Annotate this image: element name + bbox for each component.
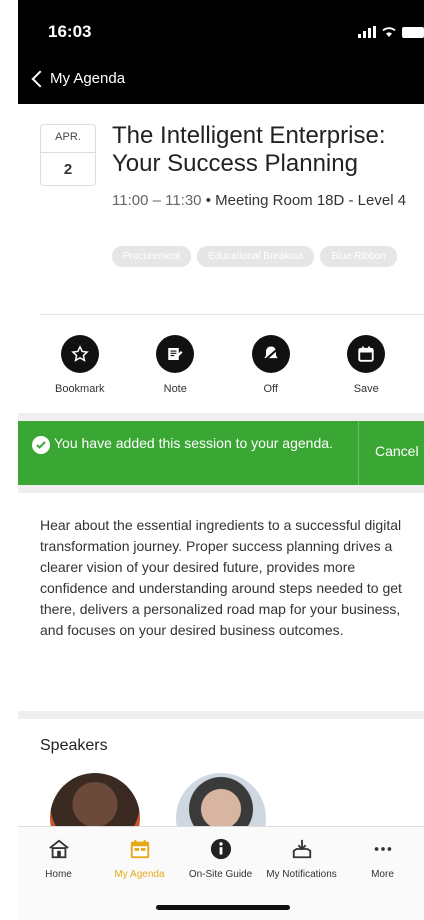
back-button[interactable]: My Agenda [30, 70, 125, 87]
tab-my-notifications-label: My Notifications [266, 869, 337, 880]
save-label: Save [353, 383, 379, 395]
tag-chip[interactable]: Blue Ribbon [320, 246, 397, 267]
session-title: The Intelligent Enterprise: Your Success… [112, 122, 386, 177]
banner-message-wrap: You have added this session to your agen… [18, 421, 358, 485]
date-badge: APR. 2 [40, 124, 96, 186]
inbox-download-icon [290, 837, 314, 861]
info-icon [209, 837, 233, 861]
session-time: 11:00 – 11:30 [112, 192, 202, 209]
status-icons [358, 26, 424, 38]
bookmark-button[interactable]: Bookmark [40, 335, 120, 413]
session-description: Hear about the essential ingredients to … [40, 517, 402, 638]
tab-on-site-guide-label: On-Site Guide [188, 869, 253, 880]
notification-toggle[interactable]: Off [231, 335, 311, 413]
save-button[interactable]: Save [326, 335, 406, 413]
signal-icon [358, 26, 376, 38]
tab-my-agenda[interactable]: My Agenda [99, 837, 180, 880]
tab-bar: Home My Agenda On-Site Guide My Notifica… [18, 826, 424, 920]
date-day: 2 [63, 161, 73, 178]
note-icon [156, 335, 195, 373]
tag-list: Procurement Educational Breakout Blue Ri… [112, 246, 412, 267]
tab-my-notifications[interactable]: My Notifications [261, 837, 342, 880]
tab-home[interactable]: Home [18, 837, 99, 880]
status-time: 16:03 [48, 22, 92, 41]
tab-on-site-guide[interactable]: On-Site Guide [180, 837, 261, 880]
added-banner: You have added this session to your agen… [18, 421, 424, 485]
session-meta: 11:00 – 11:30 • Meeting Room 18D - Level… [112, 190, 412, 212]
more-icon [371, 837, 395, 861]
session-header: APR. 2 The Intelligent Enterprise: Your … [18, 104, 424, 314]
tab-more[interactable]: More [342, 837, 423, 880]
session-location: • Meeting Room 18D - Level 4 [201, 192, 407, 209]
star-icon [60, 335, 99, 373]
nav-bar: My Agenda [18, 62, 424, 104]
home-icon [47, 837, 71, 861]
notification-label: Off [263, 383, 278, 395]
tag-chip[interactable]: Educational Breakout [197, 246, 315, 267]
banner-message: You have added this session to your agen… [54, 435, 333, 451]
cancel-button[interactable]: Cancel [358, 421, 424, 485]
tab-my-agenda-label: My Agenda [114, 869, 165, 880]
note-label: Note [163, 383, 187, 395]
calendar-icon [347, 335, 386, 373]
chevron-left-icon [31, 70, 49, 87]
home-indicator[interactable] [156, 905, 290, 910]
tab-more-label: More [371, 869, 394, 880]
date-month: APR. [41, 125, 95, 153]
tab-home-label: Home [45, 869, 72, 880]
bell-off-icon [251, 335, 290, 373]
check-circle-icon [32, 436, 50, 454]
bookmark-label: Bookmark [54, 383, 105, 395]
battery-icon [402, 27, 424, 38]
action-bar: Bookmark Note Off Save [18, 315, 424, 413]
app-frame: 16:03 My Agenda APR. 2 The Intelligent E… [18, 0, 424, 920]
section-gap [18, 711, 424, 719]
speakers-heading: Speakers [40, 737, 108, 754]
wifi-icon [382, 27, 396, 37]
section-gap [18, 413, 424, 421]
back-label: My Agenda [50, 70, 126, 87]
section-gap [18, 485, 424, 493]
status-bar: 16:03 [18, 0, 424, 62]
speakers-section: Speakers [18, 719, 424, 863]
note-button[interactable]: Note [135, 335, 215, 413]
agenda-icon [128, 837, 152, 861]
tag-chip[interactable]: Procurement [112, 246, 192, 267]
